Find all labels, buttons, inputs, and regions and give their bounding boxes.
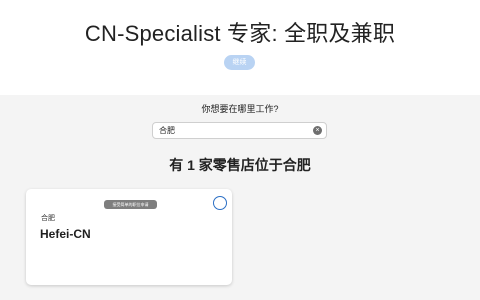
location-search-field[interactable]: × [152, 122, 327, 139]
store-select-radio[interactable] [213, 196, 227, 210]
header-section: CN-Specialist 专家: 全职及兼职 继续 [0, 0, 480, 95]
store-badge: 接受简单的职位申请 [104, 200, 157, 209]
location-search-input[interactable] [159, 123, 309, 138]
page-title: CN-Specialist 专家: 全职及兼职 [84, 21, 396, 46]
store-city: 合肥 [41, 215, 55, 222]
continue-button[interactable]: 继续 [224, 55, 255, 70]
clear-icon[interactable]: × [313, 126, 322, 135]
results-count: 有 1 家零售店位于合肥 [169, 157, 311, 173]
store-card[interactable]: 接受简单的职位申请 合肥 Hefei-CN [26, 189, 232, 285]
location-question: 你想要在哪里工作? [201, 104, 279, 114]
store-name: Hefei-CN [40, 227, 91, 241]
